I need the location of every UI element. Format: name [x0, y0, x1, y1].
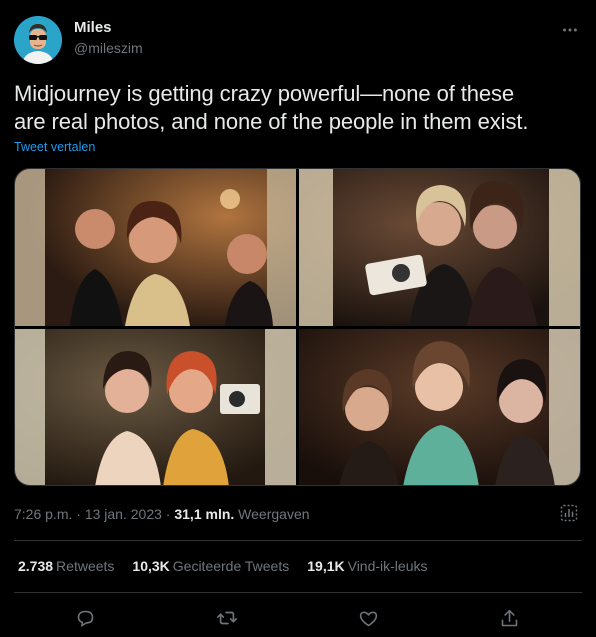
retweet-icon[interactable] — [215, 606, 239, 630]
divider — [14, 592, 582, 593]
stat-retweets[interactable]: 2.738 Retweets — [18, 558, 114, 574]
meta-separator: · — [76, 506, 81, 522]
analytics-icon[interactable] — [559, 503, 579, 523]
tweet-text-line-2: are real photos, and none of the people … — [14, 109, 529, 134]
meta-separator: · — [165, 506, 171, 522]
photo-3[interactable] — [15, 329, 296, 485]
like-icon[interactable] — [356, 606, 380, 630]
tweet-text-line-1: Midjourney is getting crazy powerful—non… — [14, 81, 515, 106]
action-bar — [0, 603, 596, 633]
author-handle[interactable]: @mileszim — [74, 40, 143, 56]
media-grid — [14, 168, 581, 486]
tweet-meta: 7:26 p.m. · 13 jan. 2023 · 31,1 mln. Wee… — [14, 506, 310, 522]
stat-likes[interactable]: 19,1K Vind-ik-leuks — [307, 558, 427, 574]
tweet-text: Midjourney is getting crazy powerful—non… — [14, 80, 582, 136]
author-name[interactable]: Miles — [74, 19, 112, 36]
engagement-stats: 2.738 Retweets 10,3K Geciteerde Tweets 19,… — [18, 558, 428, 574]
reply-icon[interactable] — [73, 606, 97, 630]
more-icon[interactable] — [560, 20, 580, 40]
stat-quote-tweets[interactable]: 10,3K Geciteerde Tweets — [132, 558, 289, 574]
photo-1[interactable] — [15, 169, 296, 326]
photo-2[interactable] — [299, 169, 580, 326]
translate-link[interactable]: Tweet vertalen — [14, 140, 95, 154]
views-count: 31,1 mln. — [174, 506, 235, 522]
tweet-time[interactable]: 7:26 p.m. — [14, 506, 72, 522]
divider — [14, 540, 582, 541]
views-label: Weergaven — [238, 506, 310, 522]
tweet-date[interactable]: 13 jan. 2023 — [85, 506, 162, 522]
avatar[interactable] — [14, 16, 62, 64]
share-icon[interactable] — [497, 606, 521, 630]
photo-4[interactable] — [299, 329, 580, 485]
